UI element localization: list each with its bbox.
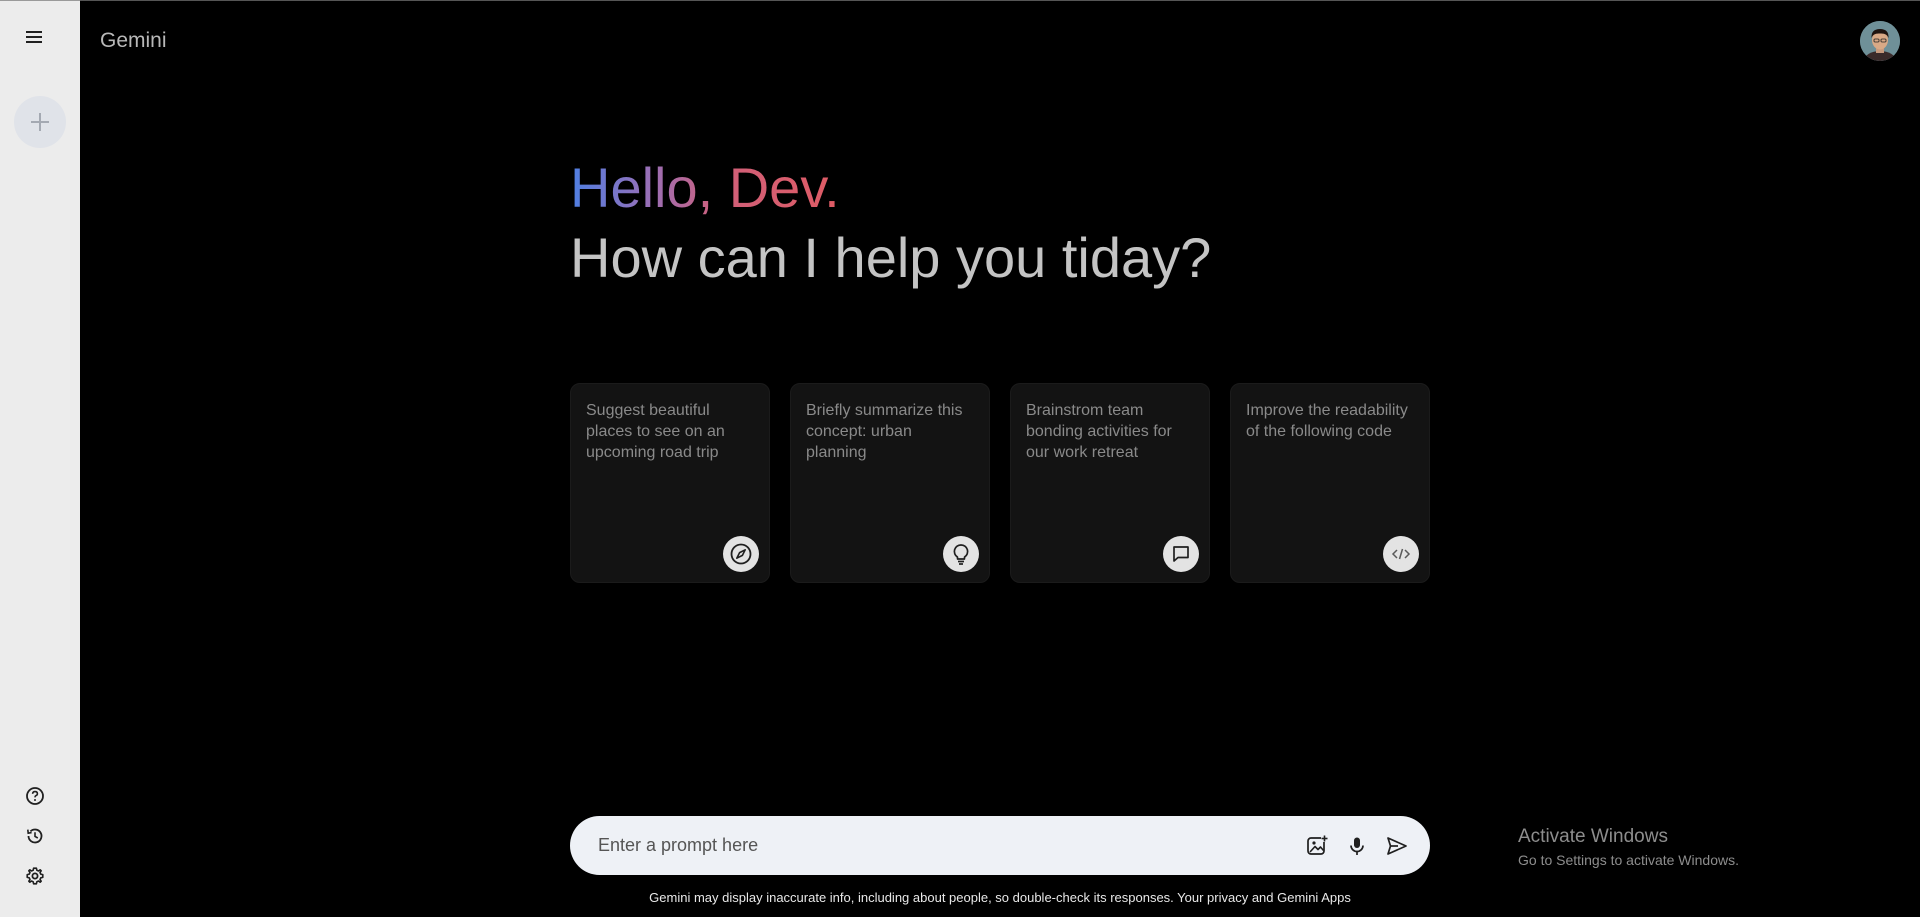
new-chat-button[interactable] — [14, 96, 66, 148]
history-icon[interactable] — [23, 824, 47, 848]
message-icon — [1163, 536, 1199, 572]
brand-title: Gemini — [100, 29, 167, 52]
greeting-question: How can I help you tiday? — [570, 226, 1212, 289]
plus-icon — [31, 113, 49, 131]
card-text: Improve the readability of the following… — [1246, 402, 1408, 440]
card-text: Brainstrom team bonding activities for o… — [1026, 402, 1172, 461]
lightbulb-icon — [943, 536, 979, 572]
help-icon[interactable] — [23, 784, 47, 808]
prompt-input[interactable] — [598, 835, 1304, 856]
main-area: Gemini Hello, Dev. How can I help you ti… — [80, 0, 1920, 917]
watermark-subtitle: Go to Settings to activate Windows. — [1518, 852, 1739, 868]
send-icon[interactable] — [1384, 833, 1410, 859]
suggestion-card-urban-planning[interactable]: Briefly summarize this concept: urban pl… — [790, 383, 990, 583]
sidebar — [0, 0, 80, 917]
disclaimer-text: Gemini may display inaccurate info, incl… — [649, 890, 1351, 905]
mic-icon[interactable] — [1344, 833, 1370, 859]
greeting: Hello, Dev. How can I help you tiday? — [570, 154, 1211, 292]
greeting-hello: Hello, Dev. — [570, 154, 840, 222]
card-text: Briefly summarize this concept: urban pl… — [806, 402, 963, 461]
compass-icon — [723, 536, 759, 572]
suggestion-cards: Suggest beautiful places to see on an up… — [570, 383, 1430, 583]
user-avatar[interactable] — [1860, 21, 1900, 61]
card-text: Suggest beautiful places to see on an up… — [586, 402, 725, 461]
settings-icon[interactable] — [23, 864, 47, 888]
suggestion-card-road-trip[interactable]: Suggest beautiful places to see on an up… — [570, 383, 770, 583]
prompt-bar — [570, 816, 1430, 875]
hamburger-menu-icon[interactable] — [22, 26, 48, 48]
image-upload-icon[interactable] — [1304, 833, 1330, 859]
activate-windows-watermark: Activate Windows Go to Settings to activ… — [1518, 826, 1739, 868]
code-icon — [1383, 536, 1419, 572]
suggestion-card-team-bonding[interactable]: Brainstrom team bonding activities for o… — [1010, 383, 1210, 583]
watermark-title: Activate Windows — [1518, 826, 1668, 847]
suggestion-card-code-readability[interactable]: Improve the readability of the following… — [1230, 383, 1430, 583]
